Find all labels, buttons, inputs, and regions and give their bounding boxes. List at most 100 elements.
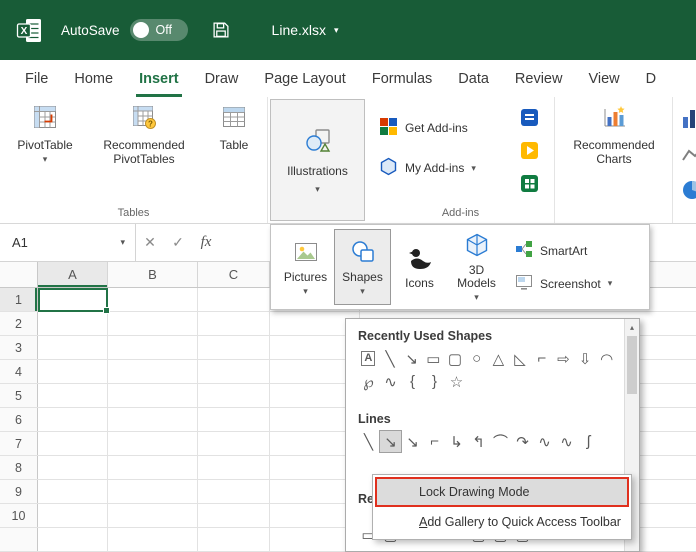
cell[interactable] [108, 336, 198, 359]
column-header[interactable]: B [108, 262, 198, 287]
document-title[interactable]: Line.xlsx ▾ [272, 22, 339, 38]
ribbon-tab[interactable]: D [633, 60, 669, 97]
cell[interactable] [198, 480, 270, 503]
row-header[interactable]: 6 [0, 408, 38, 431]
table-button[interactable]: Table [206, 104, 262, 152]
line-shape-icon[interactable]: ╲ [380, 348, 401, 369]
insert-function-icon[interactable]: fx [192, 234, 220, 251]
ribbon-tab[interactable]: Draw [192, 60, 252, 97]
row-header[interactable]: 8 [0, 456, 38, 479]
connector-curved-shape-icon[interactable]: ⌒ [490, 431, 511, 452]
cell[interactable] [108, 432, 198, 455]
cell[interactable] [38, 384, 108, 407]
star-shape-icon[interactable]: ☆ [446, 371, 467, 392]
cell[interactable] [198, 432, 270, 455]
cell[interactable] [38, 432, 108, 455]
autosave-toggle[interactable]: Off [130, 19, 188, 41]
cell[interactable] [38, 360, 108, 383]
freeform-shape-icon[interactable]: ʃ [578, 431, 599, 452]
cell[interactable] [38, 408, 108, 431]
connector-curved-double-shape-icon[interactable]: ∿ [534, 431, 555, 452]
cell[interactable] [38, 504, 108, 527]
cell[interactable] [108, 312, 198, 335]
pie-chart-icon[interactable] [681, 179, 696, 206]
cell[interactable] [108, 504, 198, 527]
select-all-corner[interactable] [0, 262, 38, 287]
pictures-button[interactable]: Pictures ▾ [277, 229, 334, 305]
right-brace-shape-icon[interactable]: } [424, 371, 445, 392]
connector-curved-arrow-shape-icon[interactable]: ↷ [512, 431, 533, 452]
ribbon-tab[interactable]: File [12, 60, 61, 97]
rounded-rectangle-shape-icon[interactable]: ▢ [445, 348, 466, 369]
down-arrow-shape-icon[interactable]: ⇩ [575, 348, 596, 369]
cell[interactable] [108, 288, 198, 311]
left-brace-shape-icon[interactable]: { [402, 371, 423, 392]
cell[interactable] [198, 456, 270, 479]
cell[interactable] [198, 336, 270, 359]
triangle-shape-icon[interactable]: △ [488, 348, 509, 369]
connector-elbow-double-shape-icon[interactable]: ↰ [468, 431, 489, 452]
ribbon-tab[interactable]: Data [445, 60, 502, 97]
cell[interactable] [198, 312, 270, 335]
pivottable-button[interactable]: PivotTable ▾ [8, 104, 82, 164]
column-chart-icon[interactable] [681, 107, 696, 134]
text-box-shape-icon[interactable]: A [358, 348, 379, 369]
row-header[interactable]: 5 [0, 384, 38, 407]
cell[interactable] [38, 480, 108, 503]
context-menu-item[interactable]: Add Gallery to Quick Access Toolbar [375, 507, 629, 537]
row-header[interactable]: 9 [0, 480, 38, 503]
line-arrow-shape-icon[interactable]: ↘ [380, 431, 401, 452]
column-header[interactable]: C [198, 262, 270, 287]
cell[interactable] [108, 408, 198, 431]
connector-elbow-shape-icon[interactable]: ⌐ [424, 431, 445, 452]
connector-elbow-arrow-shape-icon[interactable]: ↳ [446, 431, 467, 452]
cell[interactable] [198, 504, 270, 527]
illustrations-button[interactable]: Illustrations ▾ [270, 99, 365, 221]
row-header[interactable]: 4 [0, 360, 38, 383]
smartart-button[interactable]: SmartArt [515, 240, 612, 261]
ribbon-tab[interactable]: Formulas [359, 60, 445, 97]
cell[interactable] [108, 456, 198, 479]
cell[interactable] [108, 480, 198, 503]
cell[interactable] [198, 408, 270, 431]
cell[interactable] [38, 456, 108, 479]
row-header[interactable]: 10 [0, 504, 38, 527]
scroll-up-icon[interactable]: ▴ [625, 319, 639, 335]
cell[interactable] [108, 360, 198, 383]
row-header[interactable]: 3 [0, 336, 38, 359]
row-header[interactable]: 7 [0, 432, 38, 455]
save-icon[interactable] [212, 21, 230, 39]
arrow-shape-icon[interactable]: ↘ [401, 348, 422, 369]
cell[interactable] [108, 384, 198, 407]
line-chart-icon[interactable] [681, 144, 696, 169]
my-addins-button[interactable]: My Add-ins ▾ [379, 157, 476, 179]
row-header[interactable] [0, 528, 38, 551]
ribbon-tab[interactable]: Page Layout [251, 60, 358, 97]
recommended-charts-button[interactable]: Recommended Charts [563, 104, 665, 166]
recommended-pivottables-button[interactable]: ? Recommended PivotTables [86, 104, 202, 166]
line-shape-icon[interactable]: ╲ [358, 431, 379, 452]
oval-shape-icon[interactable]: ○ [466, 348, 487, 369]
right-triangle-shape-icon[interactable]: ◺ [510, 348, 531, 369]
icons-button[interactable]: Icons [391, 229, 448, 305]
l-shape-shape-icon[interactable]: ⌐ [531, 348, 552, 369]
3d-models-button[interactable]: 3D Models ▾ [448, 229, 505, 305]
get-addins-button[interactable]: Get Add-ins [379, 117, 468, 139]
blue-addin-icon[interactable] [521, 109, 538, 131]
scribble-shape-icon[interactable]: ℘ [358, 371, 379, 392]
curve-shape-icon[interactable]: ∿ [380, 371, 401, 392]
cell[interactable] [198, 360, 270, 383]
cell[interactable] [38, 336, 108, 359]
ribbon-tab[interactable]: Home [61, 60, 126, 97]
line-arrow-double-shape-icon[interactable]: ↘ [402, 431, 423, 452]
column-header[interactable]: A [38, 262, 108, 287]
cell[interactable] [198, 288, 270, 311]
cell[interactable] [198, 384, 270, 407]
enter-icon[interactable]: ✓ [164, 234, 192, 251]
rectangle-shape-icon[interactable]: ▭ [423, 348, 444, 369]
ribbon-tab[interactable]: Insert [126, 60, 192, 97]
row-header[interactable]: 1 [0, 288, 38, 311]
curve-shape-icon[interactable]: ∿ [556, 431, 577, 452]
row-header[interactable]: 2 [0, 312, 38, 335]
right-arrow-shape-icon[interactable]: ⇨ [553, 348, 574, 369]
